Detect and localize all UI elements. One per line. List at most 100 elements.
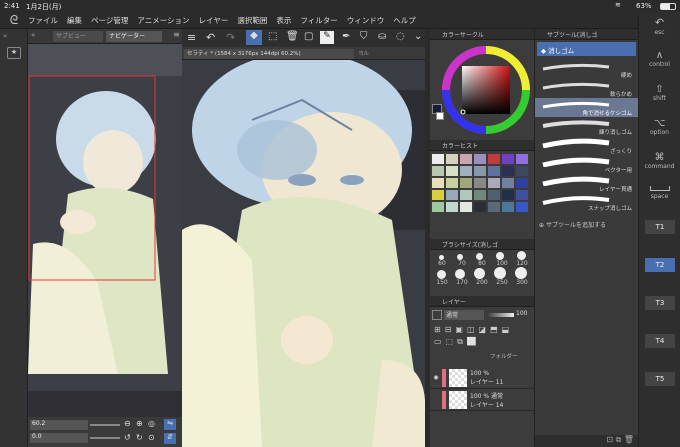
- menu-help[interactable]: ヘルプ: [393, 15, 416, 26]
- zoom-slider[interactable]: [90, 424, 120, 426]
- sub-tool-item[interactable]: 硬め: [535, 60, 638, 79]
- menu-selection[interactable]: 選択範囲: [237, 15, 267, 26]
- layer-header: レイヤー: [430, 296, 534, 307]
- zoom-out-icon[interactable]: ⊖: [124, 419, 131, 428]
- collapse-icon[interactable]: «: [31, 31, 35, 39]
- color-wheel[interactable]: [430, 40, 534, 140]
- canvas-tab-second[interactable]: ヨル: [358, 49, 418, 59]
- control-key[interactable]: ∧ control: [644, 50, 676, 80]
- sub-tool-group-tab[interactable]: ◆ 消しゴム: [537, 42, 636, 56]
- flip-v-icon[interactable]: ⇵: [164, 433, 176, 444]
- lasso-icon[interactable]: ◌: [396, 31, 405, 42]
- sub-tool-item[interactable]: スナップ消しゴム: [535, 193, 638, 212]
- navigator-controls: 60.2 0.0 ⊖ ⊕ ◎ ↺ ↻ ⊙ ⇋ ⇵: [28, 417, 182, 447]
- brush-size-120[interactable]: 120: [514, 260, 530, 267]
- brush-size-100[interactable]: 100: [494, 260, 510, 267]
- option-key[interactable]: ⌥ option: [644, 118, 676, 148]
- rotate-right-icon[interactable]: ↻: [136, 433, 143, 442]
- menu-page[interactable]: ページ管理: [91, 15, 128, 26]
- select-rect-icon[interactable]: ⬚: [268, 31, 277, 42]
- add-sub-tool-button[interactable]: ⊕ サブツールを追加する: [539, 220, 634, 229]
- fit-icon[interactable]: ◎: [148, 419, 155, 428]
- layer-thumbnail: [449, 390, 467, 409]
- color-circle-title: カラーサークル: [442, 31, 484, 39]
- tab-navigator[interactable]: ナビゲーター: [106, 31, 162, 42]
- material-icon[interactable]: ★: [7, 47, 21, 59]
- opacity-value[interactable]: 100: [516, 310, 527, 317]
- brush-size-200[interactable]: 200: [474, 279, 490, 286]
- zoom-field[interactable]: 60.2: [30, 420, 88, 430]
- drawing-canvas[interactable]: [182, 60, 425, 447]
- shortcut-t5[interactable]: T5: [645, 372, 675, 386]
- sub-tool-item[interactable]: レイヤー貫通: [535, 174, 638, 193]
- panel-menu-icon[interactable]: ≡: [173, 30, 180, 39]
- sub-tool-item[interactable]: ざっくり: [535, 136, 638, 155]
- sub-tool-item[interactable]: 練り消しゴム: [535, 117, 638, 136]
- layer-action-icons[interactable]: ⊞⊟▣◫◪⬒⬓: [434, 325, 513, 334]
- color-history-palette[interactable]: [430, 151, 534, 239]
- shortcut-t4[interactable]: T4: [645, 334, 675, 348]
- sub-tool-item-selected[interactable]: 角で消せるケシゴム: [535, 98, 638, 117]
- layer-mask-icon[interactable]: [432, 310, 442, 320]
- sub-tool-item[interactable]: ベクター用: [535, 155, 638, 174]
- menu-window[interactable]: ウィンドウ: [347, 15, 385, 26]
- sub-tool-footer-icons[interactable]: ⊡ ⧉ 🗑︎: [535, 435, 638, 447]
- esc-key[interactable]: ↶ esc: [644, 16, 676, 46]
- opacity-slider[interactable]: [486, 313, 514, 317]
- layer-row[interactable]: 100 % 通常 レイヤー 14: [430, 389, 534, 411]
- option-icon: ⌥: [653, 118, 666, 129]
- chevron-down-icon[interactable]: ⌄: [414, 31, 422, 42]
- collapse-left-icon[interactable]: «: [3, 32, 7, 40]
- eraser-tool-icon[interactable]: ◆: [246, 30, 262, 45]
- menu-edit[interactable]: 編集: [67, 15, 82, 26]
- status-bar: 2:41 1月2日(月) ≋ 63%: [0, 0, 680, 12]
- redo-icon[interactable]: ↷: [226, 31, 235, 44]
- menu-filter[interactable]: フィルター: [300, 15, 337, 26]
- menu-animation[interactable]: アニメーション: [137, 15, 189, 26]
- command-key[interactable]: ⌘ command: [644, 152, 676, 182]
- menu-layer[interactable]: レイヤー: [199, 15, 229, 26]
- canvas-tab-active[interactable]: セラティ * (1584 x 3176px 144dpi 60.2%): [184, 49, 354, 59]
- flip-h-icon[interactable]: ⇋: [164, 419, 176, 430]
- brush-size-60[interactable]: 60: [434, 260, 450, 267]
- brush-size-170[interactable]: 170: [454, 279, 470, 286]
- caret-icon: ∧: [655, 50, 664, 61]
- eyedropper-icon[interactable]: ✒: [342, 31, 350, 42]
- sub-color-swatch[interactable]: [436, 112, 444, 120]
- canvas-toolbar: ≡ ↶ ↷ ◆ ⬚ 🗑︎ ▢ ✎ ✒ ⛉ ⛀ ◌ ⌄: [182, 29, 425, 47]
- blend-mode-select[interactable]: 通常: [444, 310, 484, 320]
- hamburger-menu-icon[interactable]: ≡: [187, 31, 196, 44]
- pen-draw-icon[interactable]: ✎: [320, 31, 334, 44]
- brush-size-80[interactable]: 80: [474, 260, 490, 267]
- paint-bucket-icon[interactable]: ⛀: [378, 31, 386, 42]
- trash-icon[interactable]: 🗑︎: [286, 31, 299, 42]
- menu-file[interactable]: ファイル: [28, 15, 58, 26]
- shift-key[interactable]: ⇧ shift: [644, 84, 676, 114]
- color-history-title: カラーヒスト: [442, 142, 479, 150]
- rotate-left-icon[interactable]: ↺: [124, 433, 131, 442]
- layer-extra-icons[interactable]: ▭⬚⧉⬜: [434, 337, 481, 347]
- zoom-in-icon[interactable]: ⊕: [136, 419, 143, 428]
- brush-size-70[interactable]: 70: [454, 260, 470, 267]
- tab-subview[interactable]: サブビュー: [53, 31, 103, 42]
- shortcut-t2[interactable]: T2: [645, 258, 675, 272]
- layer-row[interactable]: ◉ 100 % レイヤー 11: [430, 367, 534, 389]
- space-key[interactable]: space: [644, 186, 676, 216]
- undo-icon[interactable]: ↶: [206, 31, 215, 44]
- app-logo-icon[interactable]: ᘓ: [0, 13, 28, 28]
- eye-icon[interactable]: ◉: [430, 374, 442, 381]
- canvas-artwork: [182, 60, 425, 447]
- brush-size-300[interactable]: 300: [514, 279, 530, 286]
- rotate-field[interactable]: 0.0: [30, 433, 88, 443]
- clear-selection-icon[interactable]: ▢: [304, 31, 313, 42]
- reset-rotate-icon[interactable]: ⊙: [148, 433, 155, 442]
- fill-bucket-icon[interactable]: ⛉: [360, 31, 368, 42]
- brush-size-250[interactable]: 250: [494, 279, 510, 286]
- shortcut-t3[interactable]: T3: [645, 296, 675, 310]
- navigator-preview[interactable]: [28, 44, 182, 417]
- menu-view[interactable]: 表示: [276, 15, 291, 26]
- rotate-slider[interactable]: [90, 437, 120, 439]
- sub-tool-item[interactable]: 軟らかめ: [535, 79, 638, 98]
- shortcut-t1[interactable]: T1: [645, 220, 675, 234]
- brush-size-150[interactable]: 150: [434, 279, 450, 286]
